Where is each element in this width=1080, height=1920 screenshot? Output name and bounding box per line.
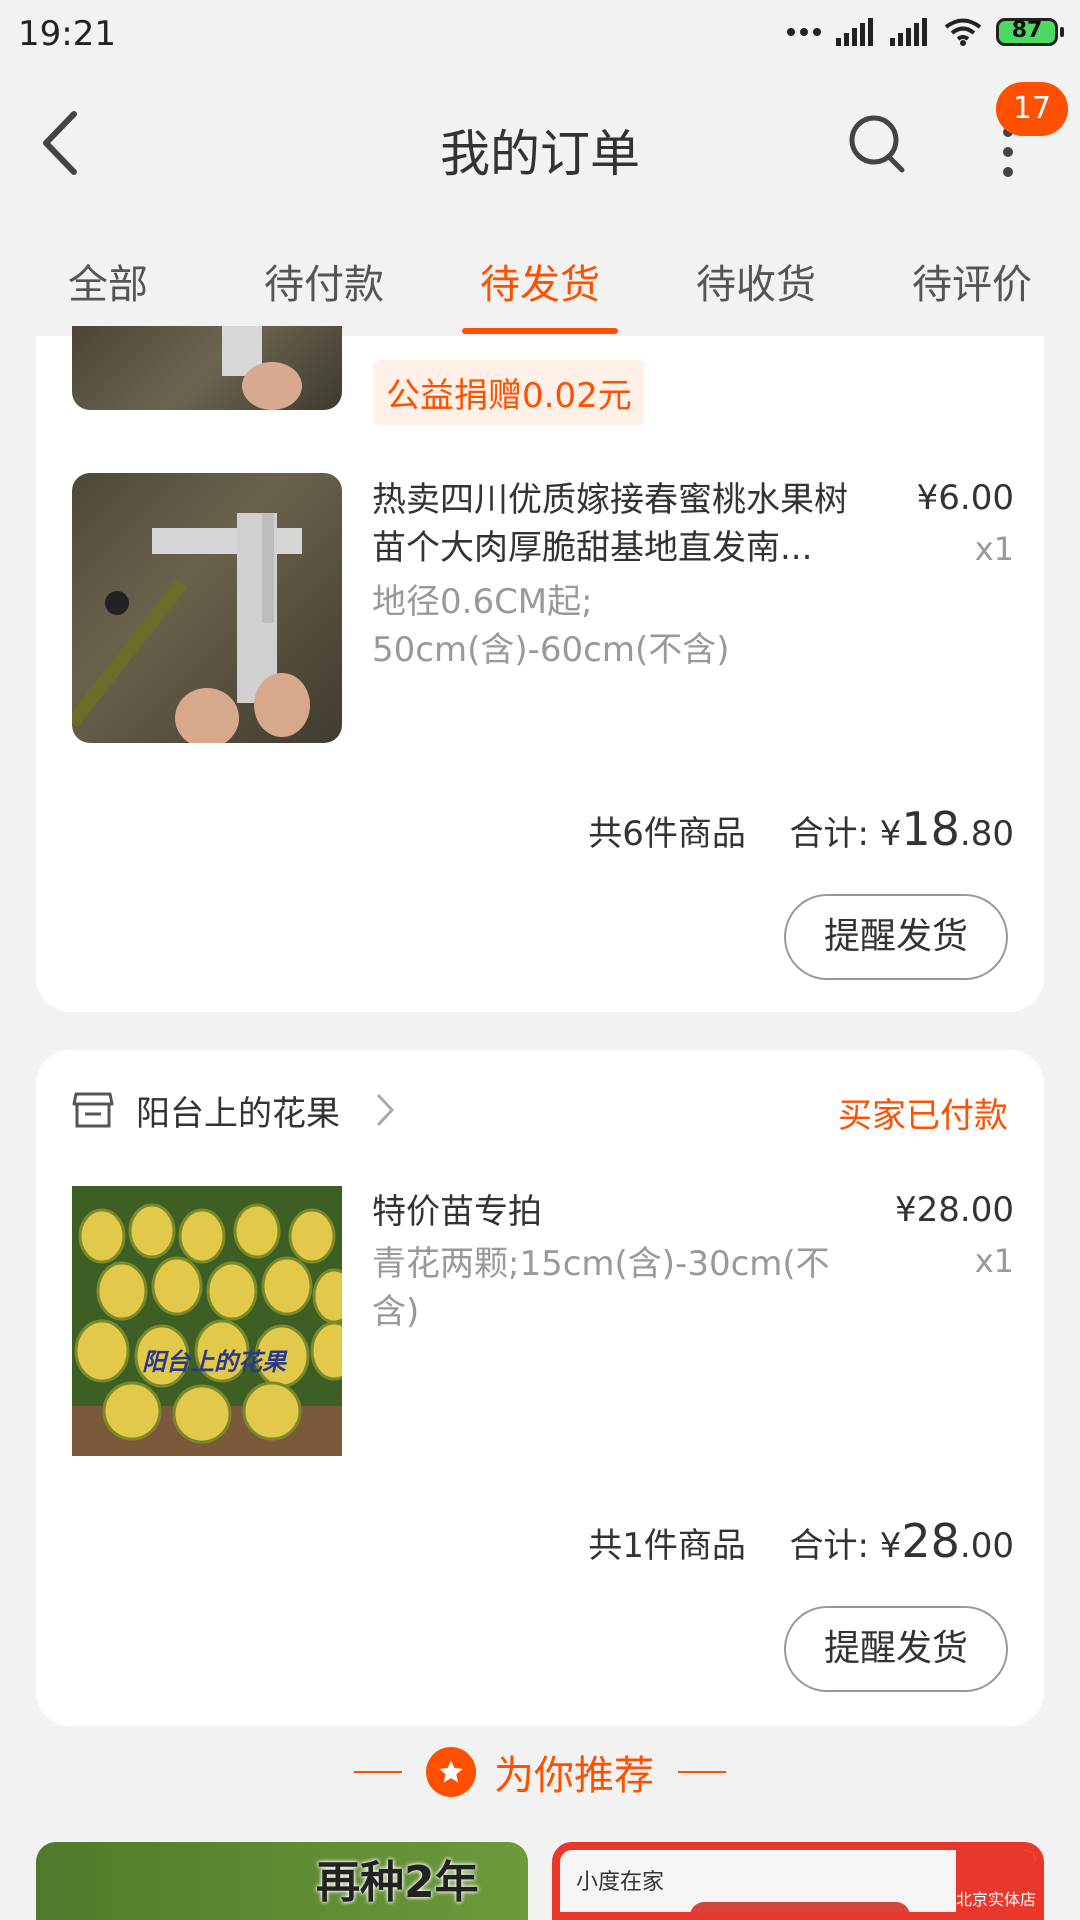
remind-shipment-button[interactable]: 提醒发货 [784, 894, 1008, 980]
status-bar: 19:21 87 [0, 0, 1080, 74]
nav-bar: 我的订单 17 [0, 74, 1080, 214]
product-device [690, 1902, 910, 1912]
wifi-icon [944, 18, 982, 46]
product-image[interactable] [72, 473, 342, 743]
product-title[interactable]: 特价苗专拍 [372, 1188, 872, 1236]
donation-tag: 公益捐赠0.02元 [374, 360, 644, 425]
order-card: 阳台上的花果 买家已付款 阳台上的花果 特价苗专拍 青花两颗;15cm(含)-3… [36, 1050, 1044, 1726]
total-integer: 18 [901, 802, 960, 856]
total-currency: ¥ [879, 814, 902, 854]
recommend-card[interactable]: 再种2年 [36, 1842, 528, 1920]
total-label: 合计: [789, 814, 880, 854]
recommend-card[interactable]: 小度在家 北京实体店 [552, 1842, 1044, 1920]
product-spec: 50cm(含)-60cm(不含) [372, 630, 730, 670]
product-spec: 地径0.6CM起; [372, 582, 593, 622]
status-time: 19:21 [18, 14, 116, 54]
product-price: ¥6.00 [916, 478, 1014, 518]
recommend-header: 为你推荐 [0, 1742, 1080, 1802]
battery-icon: 87 [996, 18, 1064, 46]
tab-pending-payment[interactable]: 待付款 [216, 214, 432, 336]
order-summary: 共1件商品 合计: ¥28.00 [588, 1514, 1014, 1568]
order-tabs: 全部 待付款 待发货 待收货 待评价 [0, 214, 1080, 336]
recommend-title: 为你推荐 [494, 1753, 654, 1799]
battery-level: 87 [1011, 18, 1043, 43]
product-quantity: x1 [974, 530, 1014, 568]
more-dots-icon [787, 28, 821, 36]
signal-icon [836, 18, 873, 46]
order-card: 公益捐赠0.02元 热卖四川优质嫁接春蜜桃水果树苗个大肉厚脆甜基地直发南... … [36, 326, 1044, 1012]
product-image[interactable] [72, 326, 342, 410]
remind-shipment-button[interactable]: 提醒发货 [784, 1606, 1008, 1692]
order-status: 买家已付款 [838, 1096, 1008, 1136]
total-decimal: .00 [959, 1526, 1014, 1566]
item-count: 共1件商品 [588, 1526, 746, 1566]
product-spec: 青花两颗;15cm(含)-30cm(不含) [372, 1244, 830, 1332]
tab-pending-receipt[interactable]: 待收货 [648, 214, 864, 336]
order-summary: 共6件商品 合计: ¥18.80 [588, 802, 1014, 856]
product-image[interactable]: 阳台上的花果 [72, 1186, 342, 1456]
image-watermark: 阳台上的花果 [142, 1348, 286, 1376]
notification-badge: 17 [996, 82, 1068, 136]
chevron-right-icon [376, 1093, 395, 1127]
total-currency: ¥ [879, 1526, 902, 1566]
total-decimal: .80 [959, 814, 1014, 854]
recommend-card-text: 再种2年 [316, 1857, 479, 1908]
total-label: 合计: [789, 1526, 880, 1566]
status-icons: 87 [786, 18, 1064, 46]
recommend-card-text: 小度在家 [576, 1870, 665, 1895]
product-title[interactable]: 热卖四川优质嫁接春蜜桃水果树苗个大肉厚脆甜基地直发南... [372, 476, 872, 572]
shop-name: 阳台上的花果 [136, 1093, 340, 1134]
shop-icon [72, 1092, 114, 1128]
signal-icon-2 [890, 18, 927, 46]
page-title: 我的订单 [440, 125, 640, 183]
product-price: ¥28.00 [895, 1190, 1014, 1230]
divider [678, 1771, 726, 1773]
search-icon [849, 115, 905, 173]
tab-pending-shipment[interactable]: 待发货 [432, 214, 648, 336]
tab-pending-review[interactable]: 待评价 [864, 214, 1080, 336]
recommend-card-tag: 北京实体店 [956, 1850, 1036, 1912]
item-count: 共6件商品 [588, 814, 746, 854]
total-integer: 28 [901, 1514, 960, 1568]
divider [354, 1771, 402, 1773]
shop-link[interactable]: 阳台上的花果 [72, 1080, 396, 1140]
product-quantity: x1 [974, 1242, 1014, 1280]
star-icon [426, 1747, 476, 1797]
tab-all[interactable]: 全部 [0, 214, 216, 336]
search-button[interactable] [848, 112, 908, 176]
